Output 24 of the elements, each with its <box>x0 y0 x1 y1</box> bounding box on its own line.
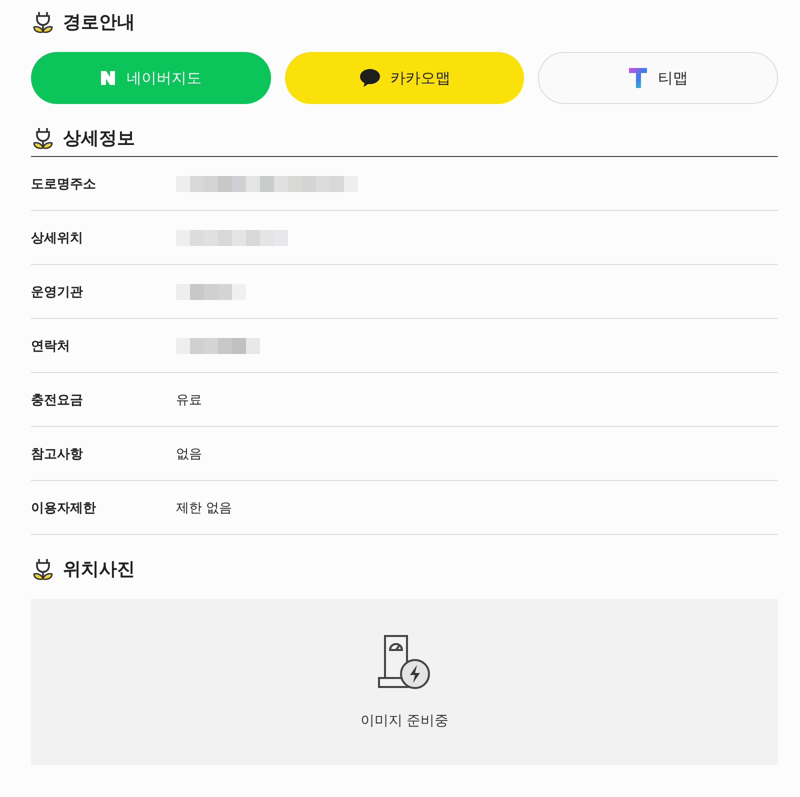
speech-bubble-icon <box>358 68 380 88</box>
detail-value: 제한 없음 <box>176 500 232 516</box>
detail-value: 없음 <box>176 446 202 462</box>
section-title: 상세정보 <box>63 127 135 150</box>
detail-label: 연락처 <box>31 338 71 354</box>
detail-label: 도로명주소 <box>31 176 97 192</box>
charger-icon <box>376 634 432 690</box>
plug-sprout-icon <box>31 10 55 34</box>
map-app-button[interactable]: 티맵 <box>538 52 778 104</box>
detail-label: 이용자제한 <box>31 500 97 516</box>
section-title: 위치사진 <box>63 558 135 581</box>
n-letter-icon <box>100 70 116 86</box>
detail-label: 참고사항 <box>31 446 84 462</box>
section-title: 경로안내 <box>63 11 135 34</box>
detail-label: 운영기관 <box>31 284 84 300</box>
detail-label: 상세위치 <box>31 230 84 246</box>
detail-value: 유료 <box>176 392 202 408</box>
image-pending-text: 이미지 준비중 <box>360 712 449 730</box>
plug-sprout-icon <box>31 126 55 150</box>
map-app-button[interactable]: 카카오맵 <box>284 52 524 104</box>
detail-label: 충전요금 <box>31 392 84 408</box>
pixelated-value <box>176 284 246 300</box>
plug-sprout-icon <box>31 557 55 581</box>
t-letter-icon <box>628 67 648 89</box>
